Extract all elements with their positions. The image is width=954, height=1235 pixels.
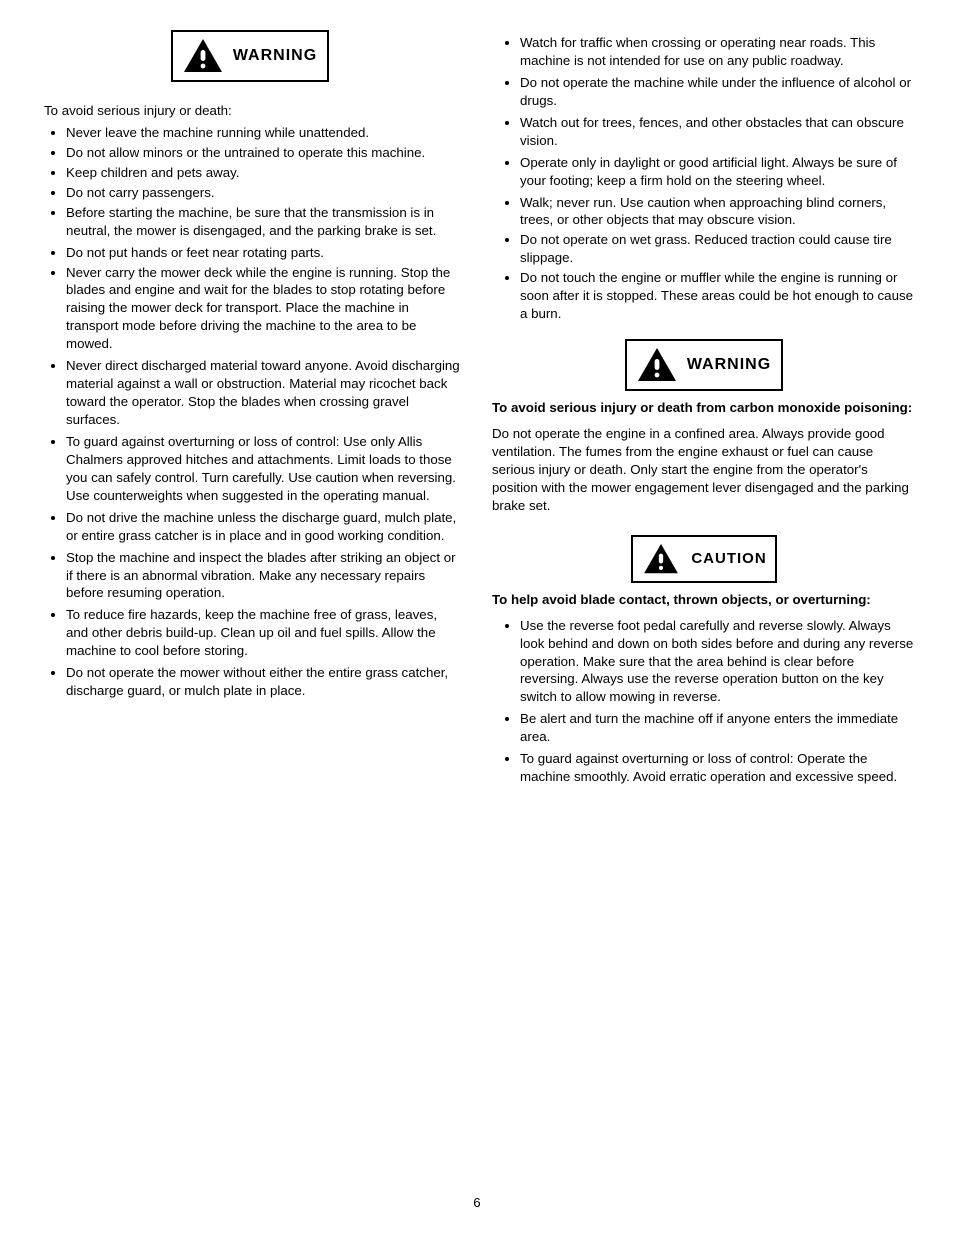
list-item: Do not carry passengers. xyxy=(66,184,462,202)
warning-list-1: Never leave the machine running while un… xyxy=(38,124,462,700)
warning-triangle-icon xyxy=(641,541,681,577)
list-item: Before starting the machine, be sure tha… xyxy=(66,204,462,240)
list-item: To guard against overturning or loss of … xyxy=(520,750,916,786)
list-item: Walk; never run. Use caution when approa… xyxy=(520,194,916,230)
list-item: Do not put hands or feet near rotating p… xyxy=(66,244,462,262)
warning-box-2: WARNING xyxy=(625,339,783,391)
warning-triangle-icon xyxy=(183,38,223,74)
right-column: Watch for traffic when crossing or opera… xyxy=(492,30,916,1175)
intro-text-1: To avoid serious injury or death: xyxy=(38,102,462,120)
list-item: Do not drive the machine unless the disc… xyxy=(66,509,462,545)
list-item: To reduce fire hazards, keep the machine… xyxy=(66,606,462,660)
left-column: WARNING To avoid serious injury or death… xyxy=(38,30,462,1175)
list-item: Stop the machine and inspect the blades … xyxy=(66,549,462,603)
warning-box-1: WARNING xyxy=(171,30,329,82)
warning-label-2: WARNING xyxy=(687,356,771,374)
list-item: To guard against overturning or loss of … xyxy=(66,433,462,505)
warning-triangle-icon xyxy=(637,347,677,383)
warning2-para: Do not operate the engine in a confined … xyxy=(492,425,916,515)
list-item: Operate only in daylight or good artific… xyxy=(520,154,916,190)
caution-intro: To help avoid blade contact, thrown obje… xyxy=(492,591,916,609)
warning-list-right: Watch for traffic when crossing or opera… xyxy=(492,34,916,323)
list-item: Do not allow minors or the untrained to … xyxy=(66,144,462,162)
page-number: 6 xyxy=(0,1195,954,1235)
list-item: Never leave the machine running while un… xyxy=(66,124,462,142)
list-item: Keep children and pets away. xyxy=(66,164,462,182)
list-item: Never direct discharged material toward … xyxy=(66,357,462,429)
caution-label: CAUTION xyxy=(691,550,766,567)
caution-list: Use the reverse foot pedal carefully and… xyxy=(492,617,916,786)
list-item: Watch out for trees, fences, and other o… xyxy=(520,114,916,150)
list-item: Do not operate the machine while under t… xyxy=(520,74,916,110)
warning-label-1: WARNING xyxy=(233,47,317,65)
list-item: Do not touch the engine or muffler while… xyxy=(520,269,916,323)
list-item: Be alert and turn the machine off if any… xyxy=(520,710,916,746)
list-item: Never carry the mower deck while the eng… xyxy=(66,264,462,354)
list-item: Do not operate on wet grass. Reduced tra… xyxy=(520,231,916,267)
list-item: Use the reverse foot pedal carefully and… xyxy=(520,617,916,707)
caution-box: CAUTION xyxy=(631,535,776,583)
list-item: Watch for traffic when crossing or opera… xyxy=(520,34,916,70)
list-item: Do not operate the mower without either … xyxy=(66,664,462,700)
warning2-intro: To avoid serious injury or death from ca… xyxy=(492,399,916,417)
